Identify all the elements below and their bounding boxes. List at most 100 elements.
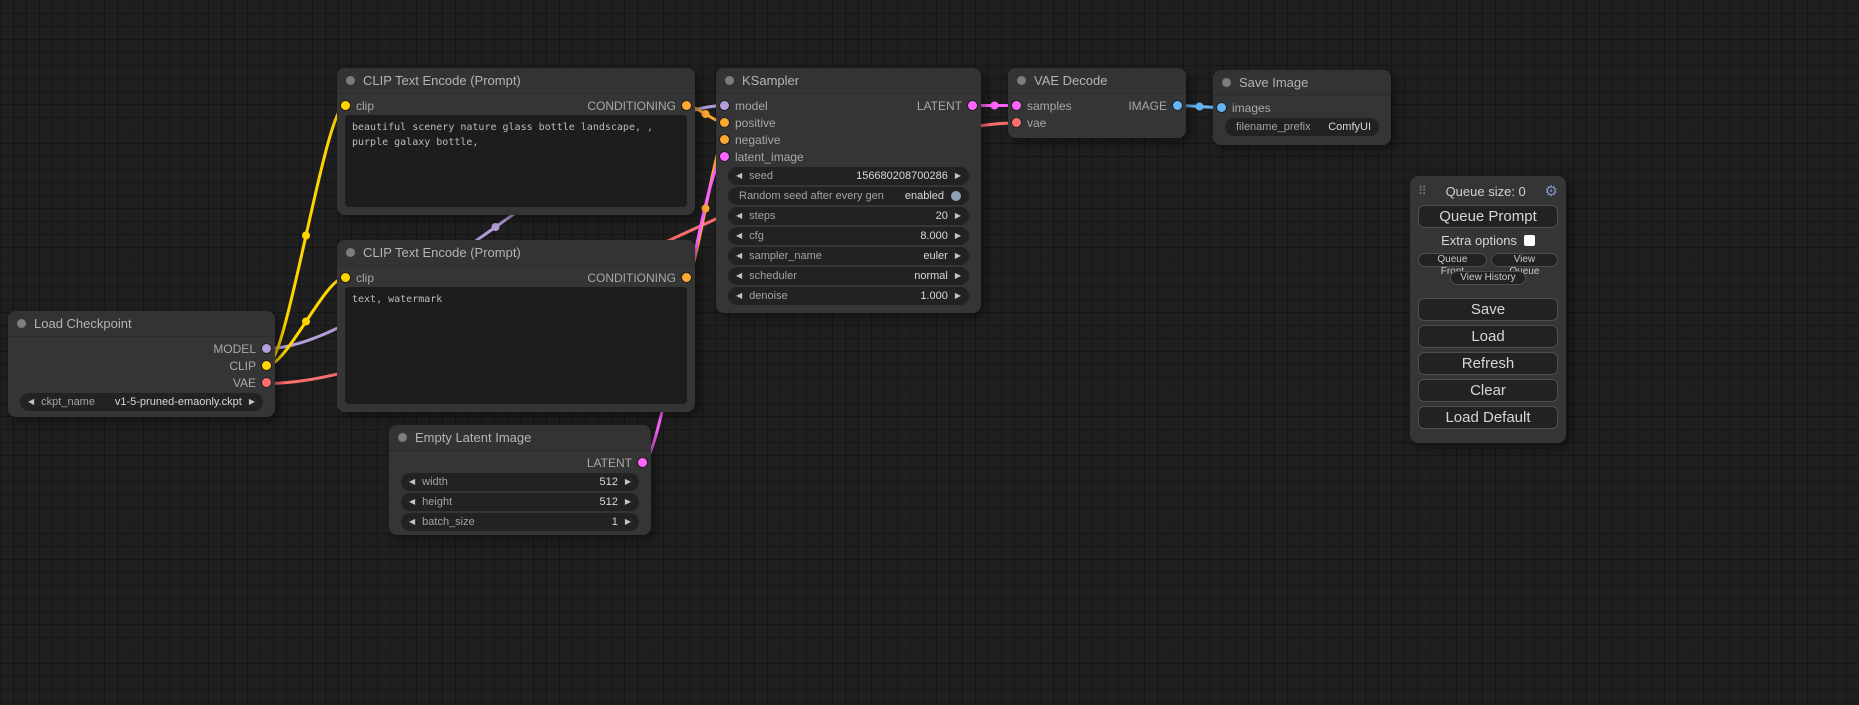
output-dot-conditioning[interactable]: [682, 273, 691, 282]
save-button[interactable]: Save: [1418, 298, 1558, 321]
increment-arrow-icon[interactable]: ▶: [625, 498, 631, 506]
decrement-arrow-icon[interactable]: ◀: [736, 172, 742, 180]
input-dot-negative[interactable]: [720, 135, 729, 144]
node-load-checkpoint[interactable]: Load Checkpoint MODEL CLIP VAE: [8, 311, 275, 417]
negative-prompt-textarea[interactable]: text, watermark: [345, 287, 687, 404]
input-label-clip: clip: [356, 271, 374, 285]
output-dot-vae[interactable]: [262, 378, 271, 387]
input-dot-positive[interactable]: [720, 118, 729, 127]
output-dot-latent[interactable]: [968, 101, 977, 110]
widget-label: Random seed after every gen: [739, 190, 884, 202]
drag-handle-icon[interactable]: ⠿: [1418, 185, 1427, 197]
node-title: CLIP Text Encode (Prompt): [363, 73, 521, 88]
input-dot-vae[interactable]: [1012, 118, 1021, 127]
decrement-arrow-icon[interactable]: ◀: [736, 292, 742, 300]
widget-steps[interactable]: ◀ steps 20 ▶: [728, 207, 969, 225]
node-vae-decode[interactable]: VAE Decode samples IMAGE vae: [1008, 68, 1186, 138]
node-title-bar[interactable]: Save Image: [1213, 70, 1391, 96]
slot-row: clip CONDITIONING: [337, 269, 695, 286]
widget-random-seed-toggle[interactable]: Random seed after every gen enabled: [728, 187, 969, 205]
increment-arrow-icon[interactable]: ▶: [955, 232, 961, 240]
node-title: KSampler: [742, 73, 799, 88]
collapse-dot-icon[interactable]: [725, 76, 734, 85]
input-dot-latent-image[interactable]: [720, 152, 729, 161]
increment-arrow-icon[interactable]: ▶: [955, 292, 961, 300]
positive-prompt-textarea[interactable]: beautiful scenery nature glass bottle la…: [345, 115, 687, 207]
slot-row: LATENT: [389, 454, 651, 471]
decrement-arrow-icon[interactable]: ◀: [409, 498, 415, 506]
node-title-bar[interactable]: KSampler: [716, 68, 981, 94]
queue-front-button[interactable]: Queue Front: [1418, 253, 1487, 267]
input-dot-samples[interactable]: [1012, 101, 1021, 110]
input-dot-model[interactable]: [720, 101, 729, 110]
decrement-arrow-icon[interactable]: ◀: [736, 272, 742, 280]
increment-arrow-icon[interactable]: ▶: [955, 212, 961, 220]
node-save-image[interactable]: Save Image images filename_prefix ComfyU…: [1213, 70, 1391, 145]
widget-ckpt-name[interactable]: ◀ ckpt_name v1-5-pruned-emaonly.ckpt ▶: [20, 393, 263, 411]
widget-value: normal: [914, 270, 948, 282]
output-dot-image[interactable]: [1173, 101, 1182, 110]
node-clip-text-encode-negative[interactable]: CLIP Text Encode (Prompt) clip CONDITION…: [337, 240, 695, 412]
widget-cfg[interactable]: ◀ cfg 8.000 ▶: [728, 227, 969, 245]
node-title-bar[interactable]: CLIP Text Encode (Prompt): [337, 240, 695, 266]
increment-arrow-icon[interactable]: ▶: [625, 518, 631, 526]
node-title-bar[interactable]: Empty Latent Image: [389, 425, 651, 451]
output-dot-conditioning[interactable]: [682, 101, 691, 110]
decrement-arrow-icon[interactable]: ◀: [409, 478, 415, 486]
clear-button[interactable]: Clear: [1418, 379, 1558, 402]
collapse-dot-icon[interactable]: [17, 319, 26, 328]
widget-denoise[interactable]: ◀ denoise 1.000 ▶: [728, 287, 969, 305]
load-button[interactable]: Load: [1418, 325, 1558, 348]
settings-gear-icon[interactable]: ⚙: [1545, 184, 1558, 199]
decrement-arrow-icon[interactable]: ◀: [28, 398, 34, 406]
widget-height[interactable]: ◀ height 512 ▶: [401, 493, 639, 511]
increment-arrow-icon[interactable]: ▶: [955, 272, 961, 280]
link-midpoint-dot: [302, 318, 310, 326]
node-title-bar[interactable]: Load Checkpoint: [8, 311, 275, 337]
decrement-arrow-icon[interactable]: ◀: [736, 232, 742, 240]
output-dot-latent[interactable]: [638, 458, 647, 467]
widget-label: seed: [749, 170, 773, 182]
comfy-canvas[interactable]: Load Checkpoint MODEL CLIP VAE: [0, 0, 1859, 705]
node-title-bar[interactable]: VAE Decode: [1008, 68, 1186, 94]
decrement-arrow-icon[interactable]: ◀: [736, 252, 742, 260]
widget-label: filename_prefix: [1236, 121, 1311, 133]
node-title-bar[interactable]: CLIP Text Encode (Prompt): [337, 68, 695, 94]
queue-prompt-button[interactable]: Queue Prompt: [1418, 205, 1558, 228]
widget-scheduler[interactable]: ◀ scheduler normal ▶: [728, 267, 969, 285]
node-ksampler[interactable]: KSampler model LATENT positive: [716, 68, 981, 313]
node-empty-latent-image[interactable]: Empty Latent Image LATENT ◀ width 512 ▶ …: [389, 425, 651, 535]
view-history-button[interactable]: View History: [1450, 271, 1525, 285]
collapse-dot-icon[interactable]: [398, 433, 407, 442]
input-label-images: images: [1232, 101, 1271, 115]
widget-filename-prefix[interactable]: filename_prefix ComfyUI: [1225, 118, 1379, 136]
input-dot-clip[interactable]: [341, 101, 350, 110]
load-default-button[interactable]: Load Default: [1418, 406, 1558, 429]
collapse-dot-icon[interactable]: [346, 248, 355, 257]
widget-width[interactable]: ◀ width 512 ▶: [401, 473, 639, 491]
view-queue-button[interactable]: View Queue: [1491, 253, 1558, 267]
decrement-arrow-icon[interactable]: ◀: [736, 212, 742, 220]
output-label-clip: CLIP: [229, 359, 256, 373]
extra-options-checkbox[interactable]: [1524, 235, 1535, 246]
refresh-button[interactable]: Refresh: [1418, 352, 1558, 375]
node-clip-text-encode-positive[interactable]: CLIP Text Encode (Prompt) clip CONDITION…: [337, 68, 695, 215]
increment-arrow-icon[interactable]: ▶: [625, 478, 631, 486]
output-dot-clip[interactable]: [262, 361, 271, 370]
decrement-arrow-icon[interactable]: ◀: [409, 518, 415, 526]
widget-batch-size[interactable]: ◀ batch_size 1 ▶: [401, 513, 639, 531]
widget-seed[interactable]: ◀ seed 156680208700286 ▶: [728, 167, 969, 185]
increment-arrow-icon[interactable]: ▶: [955, 172, 961, 180]
increment-arrow-icon[interactable]: ▶: [955, 252, 961, 260]
input-dot-clip[interactable]: [341, 273, 350, 282]
link-midpoint-dot: [302, 232, 310, 240]
increment-arrow-icon[interactable]: ▶: [249, 398, 255, 406]
collapse-dot-icon[interactable]: [1017, 76, 1026, 85]
widget-value: 512: [599, 476, 617, 488]
widget-sampler-name[interactable]: ◀ sampler_name euler ▶: [728, 247, 969, 265]
toggle-knob-icon[interactable]: [951, 191, 961, 201]
output-dot-model[interactable]: [262, 344, 271, 353]
collapse-dot-icon[interactable]: [1222, 78, 1231, 87]
input-dot-images[interactable]: [1217, 103, 1226, 112]
collapse-dot-icon[interactable]: [346, 76, 355, 85]
